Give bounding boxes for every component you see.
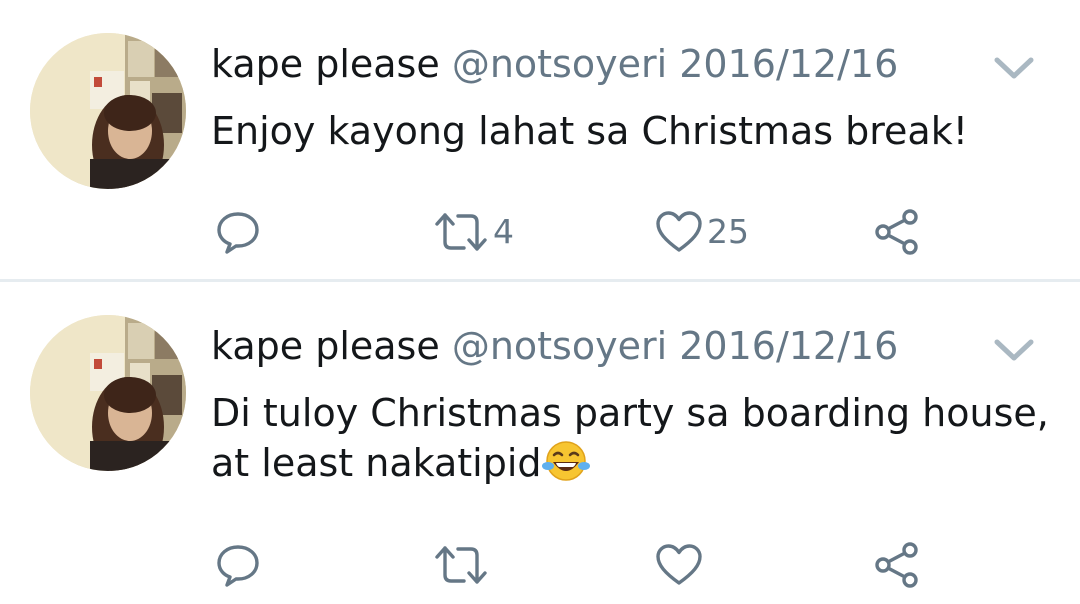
retweet-button[interactable]: 4 <box>433 207 514 257</box>
like-button[interactable]: 25 <box>655 207 749 257</box>
reply-icon <box>217 545 259 587</box>
tweet-actions <box>0 540 1080 590</box>
tweet[interactable]: kape please @notsoyeri 2016/12/16 Di tul… <box>0 282 1080 604</box>
chevron-down-icon[interactable] <box>993 56 1035 82</box>
avatar[interactable] <box>30 315 186 471</box>
share-icon <box>875 209 918 255</box>
tweet-header: kape please @notsoyeri 2016/12/16 <box>211 322 898 370</box>
tweet-actions: 4 25 <box>0 207 1080 257</box>
retweet-count: 4 <box>493 212 514 251</box>
tweet-text: Enjoy kayong lahat sa Christmas break! <box>211 109 968 153</box>
avatar[interactable] <box>30 33 186 189</box>
tweet-date[interactable]: 2016/12/16 <box>679 42 898 86</box>
reply-icon <box>217 212 259 254</box>
author-handle[interactable]: @notsoyeri <box>452 42 667 86</box>
share-button[interactable] <box>873 540 921 590</box>
share-icon <box>875 542 918 588</box>
retweet-button[interactable] <box>433 540 489 590</box>
heart-icon <box>656 211 702 252</box>
avatar-image <box>30 315 186 471</box>
like-count: 25 <box>707 212 749 251</box>
face-with-tears-of-joy-icon <box>541 441 590 481</box>
chevron-down-icon[interactable] <box>993 338 1035 364</box>
tweet-text-content: Di tuloy Christmas party sa boarding hou… <box>211 391 1049 485</box>
retweet-icon <box>435 213 487 251</box>
author-name[interactable]: kape please <box>211 42 440 86</box>
heart-icon <box>656 544 702 585</box>
author-handle[interactable]: @notsoyeri <box>452 324 667 368</box>
tweet[interactable]: kape please @notsoyeri 2016/12/16 Enjoy … <box>0 0 1080 280</box>
reply-button[interactable] <box>215 540 261 590</box>
retweet-icon <box>435 546 487 584</box>
avatar-image <box>30 33 186 189</box>
reply-button[interactable] <box>215 207 261 257</box>
share-button[interactable] <box>873 207 921 257</box>
author-name[interactable]: kape please <box>211 324 440 368</box>
tweet-text: Di tuloy Christmas party sa boarding hou… <box>211 388 1061 488</box>
tweet-date[interactable]: 2016/12/16 <box>679 324 898 368</box>
like-button[interactable] <box>655 540 703 590</box>
tweet-header: kape please @notsoyeri 2016/12/16 <box>211 40 898 88</box>
